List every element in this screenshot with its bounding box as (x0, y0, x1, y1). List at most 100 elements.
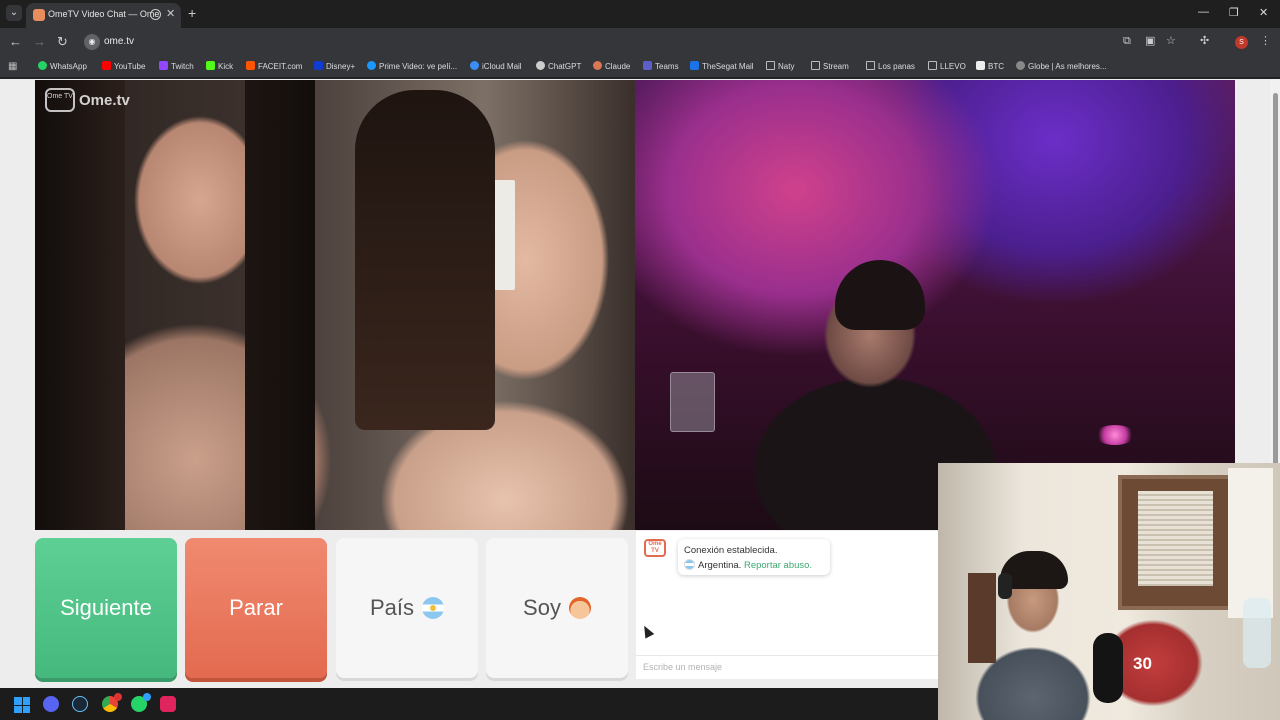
close-tab-icon[interactable]: ✕ (166, 7, 175, 20)
bookmark-folder-naty[interactable]: Naty (766, 61, 794, 73)
site-info-icon[interactable]: ◉ (84, 34, 100, 50)
country-filter-button[interactable]: País (336, 538, 478, 678)
bookmark-label: BTC (988, 62, 1004, 71)
microphone (1093, 633, 1123, 703)
address-bar[interactable]: ◉ ome.tv (80, 31, 1150, 53)
local-person-hair (835, 260, 925, 330)
bookmark-folder-los-panas[interactable]: Los panas (866, 61, 915, 73)
bookmark-claude[interactable]: Claude (593, 61, 630, 73)
ometv-chat-logo-icon: Ome TV (644, 539, 666, 557)
reload-icon[interactable]: ↻ (57, 34, 68, 50)
folder-icon (811, 61, 820, 70)
profile-avatar[interactable]: S (1235, 36, 1248, 49)
bookmark-btc[interactable]: BTC (976, 61, 1004, 73)
window-blinds (1138, 491, 1213, 586)
next-button[interactable]: Siguiente (35, 538, 177, 678)
mail-icon (690, 61, 699, 70)
remote-video-feed (35, 80, 635, 530)
bookmark-label: ChatGPT (548, 62, 582, 71)
whatsapp-taskbar-icon[interactable] (131, 693, 151, 712)
windows-start-icon[interactable] (14, 697, 30, 713)
twitch-icon (159, 61, 168, 70)
chrome-icon[interactable] (102, 693, 122, 712)
bookmark-kick[interactable]: Kick (206, 61, 233, 73)
remote-person-hair (355, 90, 495, 430)
bookmark-chatgpt[interactable]: ChatGPT (536, 61, 581, 73)
glass-jar (670, 372, 715, 432)
disney-icon (314, 61, 323, 70)
teams-icon (643, 61, 652, 70)
discord-icon[interactable] (43, 696, 59, 712)
bookmark-globe[interactable]: Globe | As melhores... (1016, 61, 1107, 73)
bookmark-label: TheSegat Mail (702, 62, 754, 71)
bookmark-label: Naty (778, 62, 795, 71)
boy-face-icon (568, 597, 591, 619)
bookmark-teams[interactable]: Teams (643, 61, 679, 73)
bookmark-twitch[interactable]: Twitch (159, 61, 194, 73)
bookmark-label: WhatsApp (50, 62, 87, 71)
mouse-cursor-icon (639, 623, 655, 639)
ometv-watermark-logo: Ome TV Ome.tv (45, 86, 137, 114)
bookmark-youtube[interactable]: YouTube (102, 61, 145, 73)
water-bottle (1243, 598, 1271, 668)
minimize-icon[interactable]: — (1198, 6, 1209, 18)
bookmark-label: Disney+ (326, 62, 356, 71)
bookmark-star-icon[interactable]: ☆ (1166, 35, 1178, 47)
steam-icon[interactable] (72, 696, 88, 712)
chatgpt-icon (536, 61, 545, 70)
message-input[interactable]: Escribe un mensaje (636, 655, 940, 679)
system-message: Conexión establecida. Argentina. Reporta… (678, 539, 830, 575)
bookmarks-bar: ▦ WhatsApp YouTube Twitch Kick FACEIT.co… (0, 56, 1280, 78)
pink-lamp (1095, 425, 1135, 445)
jersey-number: 30 (1133, 654, 1152, 673)
bookmark-prime-video[interactable]: Prime Video: ve pelí... (367, 61, 457, 73)
curtain (1228, 468, 1273, 618)
close-window-icon[interactable]: ✕ (1259, 6, 1268, 19)
folder-icon (928, 61, 937, 70)
whatsapp-icon (38, 61, 47, 70)
extensions-icon[interactable]: ✣ (1200, 35, 1212, 47)
new-tab-plus-icon[interactable]: + (188, 5, 196, 21)
tab-ometv[interactable]: OmeTV Video Chat — Ome ✕ (26, 3, 181, 28)
stop-button[interactable]: Parar (185, 538, 327, 678)
youtube-icon (102, 61, 111, 70)
tab-strip: ⌄ OmeTV Video Chat — Ome ✕ + — ❐ ✕ (0, 0, 1280, 28)
windows-taskbar (0, 688, 938, 720)
menu-kebab-icon[interactable]: ⋮ (1260, 35, 1272, 47)
prime-video-icon (367, 61, 376, 70)
bookmark-faceit[interactable]: FACEIT.com (246, 61, 302, 73)
notification-badge (114, 693, 122, 701)
bookmark-whatsapp[interactable]: WhatsApp (38, 61, 87, 73)
kick-icon (206, 61, 215, 70)
cast-icon[interactable]: ▣ (1145, 35, 1157, 47)
bookmark-disney[interactable]: Disney+ (314, 61, 355, 73)
report-abuse-link[interactable]: Reportar abuso. (744, 560, 812, 571)
connection-status-text: Conexión establecida. (684, 545, 778, 556)
ometv-favicon-icon (33, 9, 45, 21)
bookmark-folder-llevo[interactable]: LLEVO (928, 61, 966, 73)
browser-toolbar: ← → ↻ ◉ ome.tv ⧉ ▣ ☆ ✣ ⋮ (0, 28, 1280, 56)
tab-search-icon[interactable]: ⌄ (6, 5, 22, 21)
gender-button-label: Soy (523, 595, 561, 620)
gender-select-button[interactable]: Soy (486, 538, 628, 678)
translate-icon[interactable]: ⧉ (1123, 35, 1135, 47)
restore-icon[interactable]: ❐ (1229, 6, 1239, 19)
remote-person-hair (245, 80, 315, 530)
bookmark-thesegat-mail[interactable]: TheSegat Mail (690, 61, 754, 73)
bookmark-label: Globe | As melhores... (1028, 62, 1107, 71)
streamer-webcam-overlay: 30 (938, 463, 1280, 720)
bookmark-label: Stream (823, 62, 849, 71)
bookmark-icloud[interactable]: iCloud Mail (470, 61, 522, 73)
faceit-icon (246, 61, 255, 70)
wooden-shelf (968, 573, 996, 663)
apps-grid-icon[interactable]: ▦ (8, 61, 17, 72)
media-playing-icon[interactable] (150, 9, 161, 20)
bookmark-folder-stream[interactable]: Stream (811, 61, 849, 73)
url-text: ome.tv (104, 36, 135, 47)
bookmark-label: Teams (655, 62, 679, 71)
back-arrow-icon[interactable]: ← (9, 34, 22, 49)
bookmark-label: iCloud Mail (482, 62, 522, 71)
forward-arrow-icon[interactable]: → (33, 34, 46, 49)
bookmark-label: Los panas (878, 62, 915, 71)
pocket-icon[interactable] (160, 696, 176, 712)
